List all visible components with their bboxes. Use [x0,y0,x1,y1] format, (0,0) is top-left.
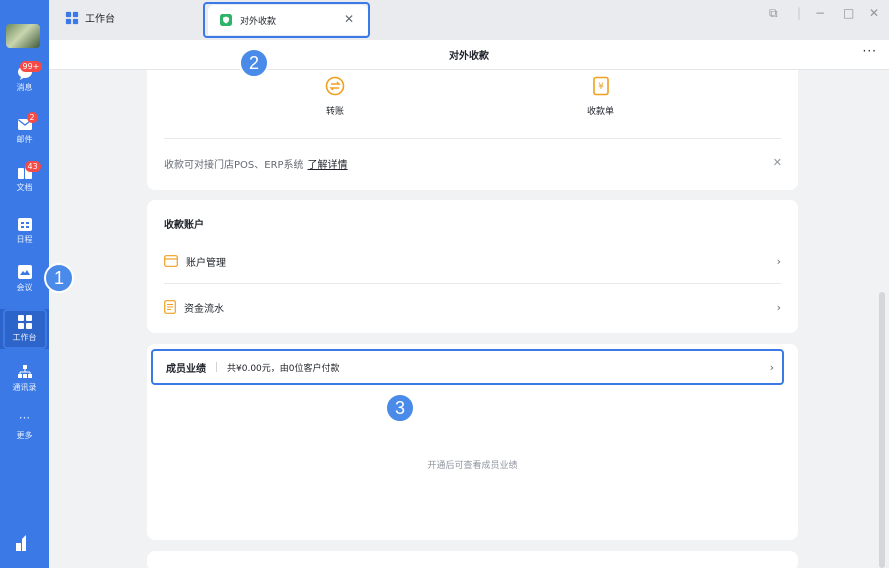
help-center-icon[interactable] [14,535,32,551]
close-notice-icon[interactable]: ✕ [773,156,782,169]
empty-state-text: 开通后可查看成员业绩 [427,461,518,471]
transfer-button[interactable]: 转账 [325,76,345,117]
annotation-3: 3 [385,393,415,423]
transfer-label: 转账 [325,107,344,117]
section-title: 收款账户 [164,220,204,231]
workbench-icon [65,11,79,24]
scrollbar[interactable] [879,292,885,568]
tab-label: 工作台 [85,14,115,25]
performance-row[interactable]: 成员业绩 共¥0.00元，由0位客户付款 › [151,349,784,385]
sidebar-item-docs[interactable]: 43 文档 [0,161,49,193]
page-header: 对外收款 ··· [49,40,889,70]
maximize-icon[interactable]: □ [843,6,854,20]
sidebar-item-label: 日程 [16,235,33,244]
sidebar-item-label: 更多 [16,431,33,440]
svg-text:¥: ¥ [598,82,604,92]
transfer-icon [325,76,345,96]
tab-bar: 工作台 对外收款 ✕ ⧉ | − □ ✕ [49,0,889,40]
docs-icon: 43 [17,161,41,180]
receipt-label: 收款单 [587,107,615,117]
highlight-tab [203,2,370,38]
separator [216,362,217,372]
sidebar-item-messages[interactable]: 99+ 消息 [0,61,49,93]
calendar-icon [17,216,33,232]
row-label: 账户管理 [186,257,226,269]
sidebar-item-more[interactable]: ··· 更多 [0,412,49,441]
sidebar-item-calendar[interactable]: 日程 [0,216,49,245]
more-icon: ··· [18,411,31,425]
divider [164,138,781,139]
learn-more-link[interactable]: 了解详情 [308,160,348,171]
mail-badge: 2 [26,112,38,123]
more-options-icon[interactable]: ··· [863,44,877,58]
performance-summary: 共¥0.00元，由0位客户付款 [227,363,340,374]
sidebar-item-label: 消息 [16,83,33,92]
highlight-workbench [3,309,47,349]
mail-icon: 2 [17,112,38,132]
sidebar-item-label: 会议 [16,283,33,292]
performance-card: 成员业绩 共¥0.00元，由0位客户付款 › 开通后可查看成员业绩 [147,344,798,540]
avatar[interactable] [6,24,40,48]
performance-title: 成员业绩 [166,363,206,375]
contacts-icon [17,364,33,380]
chevron-right-icon: › [776,300,781,314]
window-close-icon[interactable]: ✕ [869,6,879,20]
sidebar-item-label: 通讯录 [12,383,37,392]
account-management-row[interactable]: 账户管理 › [164,251,781,271]
fund-flow-row[interactable]: 资金流水 › [164,297,781,317]
meeting-icon [17,264,33,280]
minimize-icon[interactable]: − [815,6,825,20]
quick-actions-card: 转账 ¥ 收款单 收款可对接门店POS、ERP系统 了解详情 ✕ [147,70,798,190]
page-title: 对外收款 [449,51,489,62]
receipt-button[interactable]: ¥ 收款单 [587,76,614,117]
docs-badge: 43 [24,161,41,172]
chevron-right-icon: › [769,361,774,374]
ledger-icon [164,300,176,314]
sidebar-item-mail[interactable]: 2 邮件 [0,112,49,145]
toolbar-divider: | [797,6,802,20]
account-card: 收款账户 账户管理 › 资金流水 › [147,200,798,333]
next-card [147,551,798,568]
tab-workbench[interactable]: 工作台 [65,10,115,25]
sidebar: 99+ 消息 2 邮件 43 文档 日程 会议 工作台 通讯录 ··· 更多 [0,0,49,568]
popout-icon[interactable]: ⧉ [769,6,778,21]
chevron-right-icon: › [776,254,781,268]
sidebar-item-contacts[interactable]: 通讯录 [0,364,49,393]
messages-badge: 99+ [19,61,43,72]
annotation-2: 2 [239,48,269,78]
row-label: 资金流水 [184,303,224,315]
annotation-1: 1 [44,263,74,293]
notice-label: 收款可对接门店POS、ERP系统 [164,160,304,171]
divider [164,283,781,284]
sidebar-item-label: 文档 [16,183,33,192]
sidebar-item-meeting[interactable]: 会议 [0,264,49,293]
notice-text: 收款可对接门店POS、ERP系统 了解详情 [164,156,348,171]
receipt-icon: ¥ [592,76,609,96]
account-card-icon [164,255,178,267]
sidebar-item-label: 邮件 [16,135,33,144]
message-icon: 99+ [17,61,43,80]
